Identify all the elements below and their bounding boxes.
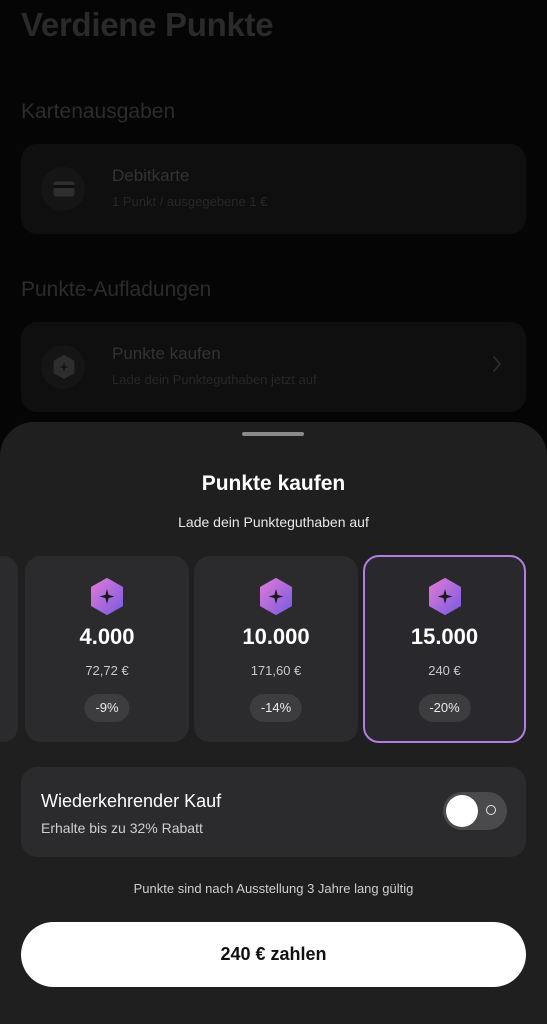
chevron-right-icon [493,356,501,372]
buy-points-title: Punkte kaufen [112,344,221,363]
discount-badge: -14% [249,694,303,722]
package-card-4000[interactable]: 4.000 72,72 € -9% [25,556,189,742]
points-hexagon-icon [53,355,75,379]
package-card-10000[interactable]: 10.000 171,60 € -14% [194,556,358,742]
buy-points-row[interactable]: Punkte kaufen Lade dein Punkteguthaben j… [21,322,526,412]
package-amount: 4.000 [79,624,135,649]
debit-card-subtitle: 1 Punkt / ausgegebene 1 € [112,194,268,209]
section-heading-card-spending: Kartenausgaben [21,100,176,123]
discount-badge: -9% [84,694,130,722]
debit-card-title: Debitkarte [112,166,190,185]
page-title: Verdiene Punkte [21,6,274,43]
section-heading-top-ups: Punkte-Aufladungen [21,278,212,301]
recurring-toggle[interactable] [443,792,507,830]
buy-points-subtitle: Lade dein Punkteguthaben jetzt auf [112,372,317,387]
toggle-knob [446,795,478,827]
package-amount: 10.000 [242,624,310,649]
sheet-subtitle: Lade dein Punkteguthaben auf [178,514,369,530]
recurring-purchase-row: Wiederkehrender Kauf Erhalte bis zu 32% … [21,767,526,857]
previous-package-card[interactable] [0,556,18,742]
recurring-title: Wiederkehrender Kauf [41,791,222,811]
buy-points-sheet: Punkte kaufen Lade dein Punkteguthaben a… [0,422,547,1024]
points-hexagon-icon [260,578,292,615]
pay-button[interactable]: 240 € zahlen [21,922,526,987]
recurring-subtitle: Erhalte bis zu 32% Rabatt [41,820,203,836]
discount-badge: -20% [418,694,471,722]
debit-card-row[interactable]: Debitkarte 1 Punkt / ausgegebene 1 € [21,144,526,234]
package-price: 72,72 € [85,663,129,678]
sheet-drag-handle[interactable] [242,432,304,436]
package-card-15000-selected[interactable]: 15.000 240 € -20% [363,555,526,743]
validity-note: Punkte sind nach Ausstellung 3 Jahre lan… [133,881,414,896]
credit-card-icon [53,181,75,197]
package-amount: 15.000 [410,624,479,649]
package-price: 171,60 € [250,663,302,678]
points-hexagon-icon [91,578,123,615]
points-hexagon-icon [428,578,461,615]
toggle-off-indicator-icon [486,805,496,815]
package-price: 240 € [428,663,461,678]
sheet-title: Punkte kaufen [201,472,346,495]
